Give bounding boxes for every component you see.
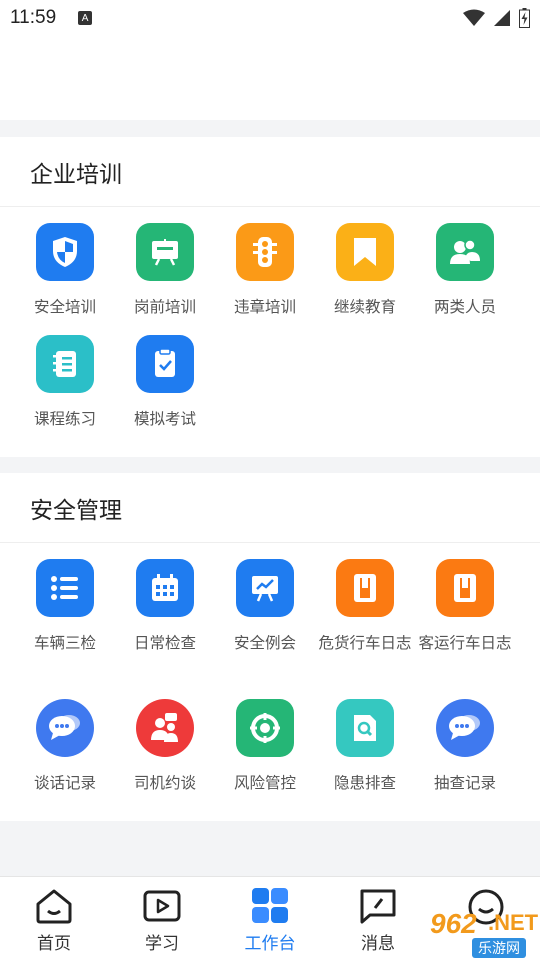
grid-item-meeting[interactable]: 司机约谈 bbox=[115, 699, 215, 797]
grid-item-search-doc[interactable]: 隐患排查 bbox=[315, 699, 415, 797]
grid-item-label: 课程练习 bbox=[33, 410, 96, 428]
list-icon bbox=[36, 559, 94, 617]
grid-item-exam[interactable]: 模拟考试 bbox=[115, 335, 215, 433]
grid-item-label: 车辆三检 bbox=[33, 634, 96, 652]
chalkboard-icon bbox=[136, 223, 194, 281]
grid-item-label: 风险管控 bbox=[233, 774, 296, 792]
shield-icon bbox=[36, 223, 94, 281]
notification-icon: A bbox=[78, 11, 93, 25]
grid-item-shield[interactable]: 安全培训 bbox=[15, 223, 115, 321]
home-icon bbox=[34, 887, 74, 925]
presentation-icon bbox=[236, 559, 294, 617]
grid-item-label: 违章培训 bbox=[233, 298, 296, 316]
grid-icon bbox=[250, 887, 290, 925]
signal-icon bbox=[494, 10, 510, 26]
target-icon bbox=[236, 699, 294, 757]
grid-item-calendar[interactable]: 日常检查 bbox=[115, 559, 215, 657]
grid-item-target[interactable]: 风险管控 bbox=[215, 699, 315, 797]
notebook-icon bbox=[36, 335, 94, 393]
section-title: 安全管理 bbox=[0, 473, 540, 543]
chat-icon bbox=[436, 699, 494, 757]
status-bar: 11:59 A bbox=[0, 0, 540, 36]
bookmark-icon bbox=[336, 223, 394, 281]
grid-item-label: 岗前培训 bbox=[133, 298, 196, 316]
exam-icon bbox=[136, 335, 194, 393]
tab-home[interactable]: 首页 bbox=[0, 877, 108, 960]
chat-icon bbox=[36, 699, 94, 757]
play-icon bbox=[142, 887, 182, 925]
grid-item-logbook[interactable]: 客运行车日志 bbox=[415, 559, 515, 657]
calendar-icon bbox=[136, 559, 194, 617]
grid-item-label: 安全例会 bbox=[233, 634, 296, 652]
grid-item-label: 安全培训 bbox=[33, 298, 96, 316]
tab-play[interactable]: 学习 bbox=[108, 877, 216, 960]
grid-item-list[interactable]: 车辆三检 bbox=[15, 559, 115, 657]
message-icon bbox=[358, 887, 398, 925]
grid-item-chat[interactable]: 谈话记录 bbox=[15, 699, 115, 797]
grid-item-label: 日常检查 bbox=[133, 634, 196, 652]
grid-item-logbook[interactable]: 危货行车日志 bbox=[315, 559, 415, 657]
people-icon bbox=[436, 223, 494, 281]
tab-grid[interactable]: 工作台 bbox=[216, 877, 324, 960]
status-time: 11:59 bbox=[10, 7, 57, 28]
grid-item-label: 谈话记录 bbox=[33, 774, 96, 792]
grid-item-presentation[interactable]: 安全例会 bbox=[215, 559, 315, 657]
wifi-icon bbox=[463, 9, 485, 26]
grid-item-traffic-light[interactable]: 违章培训 bbox=[215, 223, 315, 321]
tab-label: 工作台 bbox=[244, 934, 296, 954]
logbook-icon bbox=[336, 559, 394, 617]
grid-item-label: 隐患排查 bbox=[333, 774, 396, 792]
grid-item-label: 两类人员 bbox=[433, 298, 496, 316]
search-doc-icon bbox=[336, 699, 394, 757]
grid-item-label: 危货行车日志 bbox=[318, 634, 412, 652]
section-enterprise-training: 企业培训 安全培训 岗前培训 违章培训 继续教育 两类人员课程练习 模拟考试 bbox=[0, 137, 540, 457]
watermark-logo: 962 .NET 乐游网 bbox=[430, 908, 539, 958]
grid-item-bookmark[interactable]: 继续教育 bbox=[315, 223, 415, 321]
grid-item-people[interactable]: 两类人员 bbox=[415, 223, 515, 321]
grid-item-label: 模拟考试 bbox=[133, 410, 196, 428]
grid-item-label: 司机约谈 bbox=[133, 774, 196, 792]
section-title: 企业培训 bbox=[0, 137, 540, 207]
grid-item-label: 继续教育 bbox=[333, 298, 396, 316]
grid-item-chalkboard[interactable]: 岗前培训 bbox=[115, 223, 215, 321]
section-safety-management: 安全管理 车辆三检 日常检查 安全例会 危货行车日志 客运行车日志谈话记录 司机约谈 风险管… bbox=[0, 473, 540, 821]
tab-label: 学习 bbox=[145, 934, 179, 954]
header-area bbox=[0, 36, 540, 120]
grid-item-chat[interactable]: 抽查记录 bbox=[415, 699, 515, 797]
traffic-light-icon bbox=[236, 223, 294, 281]
grid-item-label: 客运行车日志 bbox=[418, 634, 512, 652]
logbook-icon bbox=[436, 559, 494, 617]
meeting-icon bbox=[136, 699, 194, 757]
grid-item-notebook[interactable]: 课程练习 bbox=[15, 335, 115, 433]
tab-label: 首页 bbox=[37, 934, 71, 954]
battery-icon bbox=[519, 8, 530, 28]
grid-item-label: 抽查记录 bbox=[433, 774, 496, 792]
